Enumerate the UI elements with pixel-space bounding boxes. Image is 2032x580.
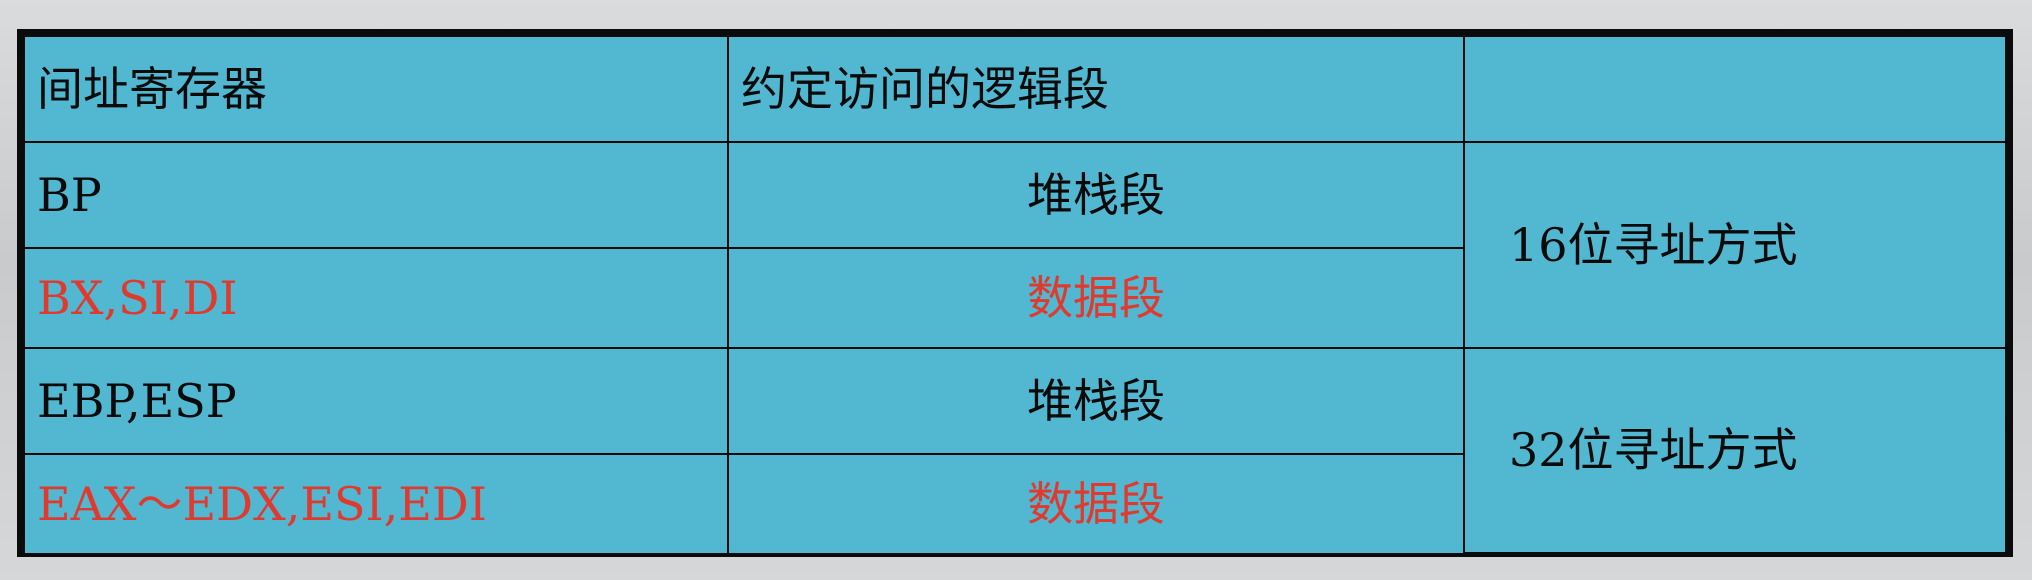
segment-cell: 堆栈段 <box>727 141 1465 249</box>
addressing-table-grid: 间址寄存器 约定访问的逻辑段 BP 堆栈段 16位寻址方式 BX,SI,DI 数… <box>25 37 2005 554</box>
register-cell-highlighted: BX,SI,DI <box>25 247 729 349</box>
segment-cell-highlighted: 数据段 <box>727 247 1464 349</box>
register-cell-highlighted: EAX～EDX,ESI,EDI <box>25 453 729 553</box>
table-row: EBP,ESP 堆栈段 32位寻址方式 <box>25 347 2005 554</box>
register-cell: EBP,ESP <box>25 347 729 455</box>
header-segment: 约定访问的逻辑段 <box>727 37 1465 143</box>
table-row: BP 堆栈段 16位寻址方式 <box>25 141 2005 349</box>
register-cell: BP <box>25 141 729 249</box>
segment-cell-highlighted: 数据段 <box>727 453 1464 553</box>
segment-cell: 堆栈段 <box>727 347 1465 455</box>
addressing-table: 间址寄存器 约定访问的逻辑段 BP 堆栈段 16位寻址方式 BX,SI,DI 数… <box>17 29 2013 557</box>
table-header-row: 间址寄存器 约定访问的逻辑段 <box>25 37 2005 143</box>
mode-cell-32bit: 32位寻址方式 <box>1463 347 2005 554</box>
header-mode <box>1463 37 2005 143</box>
mode-cell-16bit: 16位寻址方式 <box>1463 141 2005 349</box>
header-register: 间址寄存器 <box>25 37 729 143</box>
